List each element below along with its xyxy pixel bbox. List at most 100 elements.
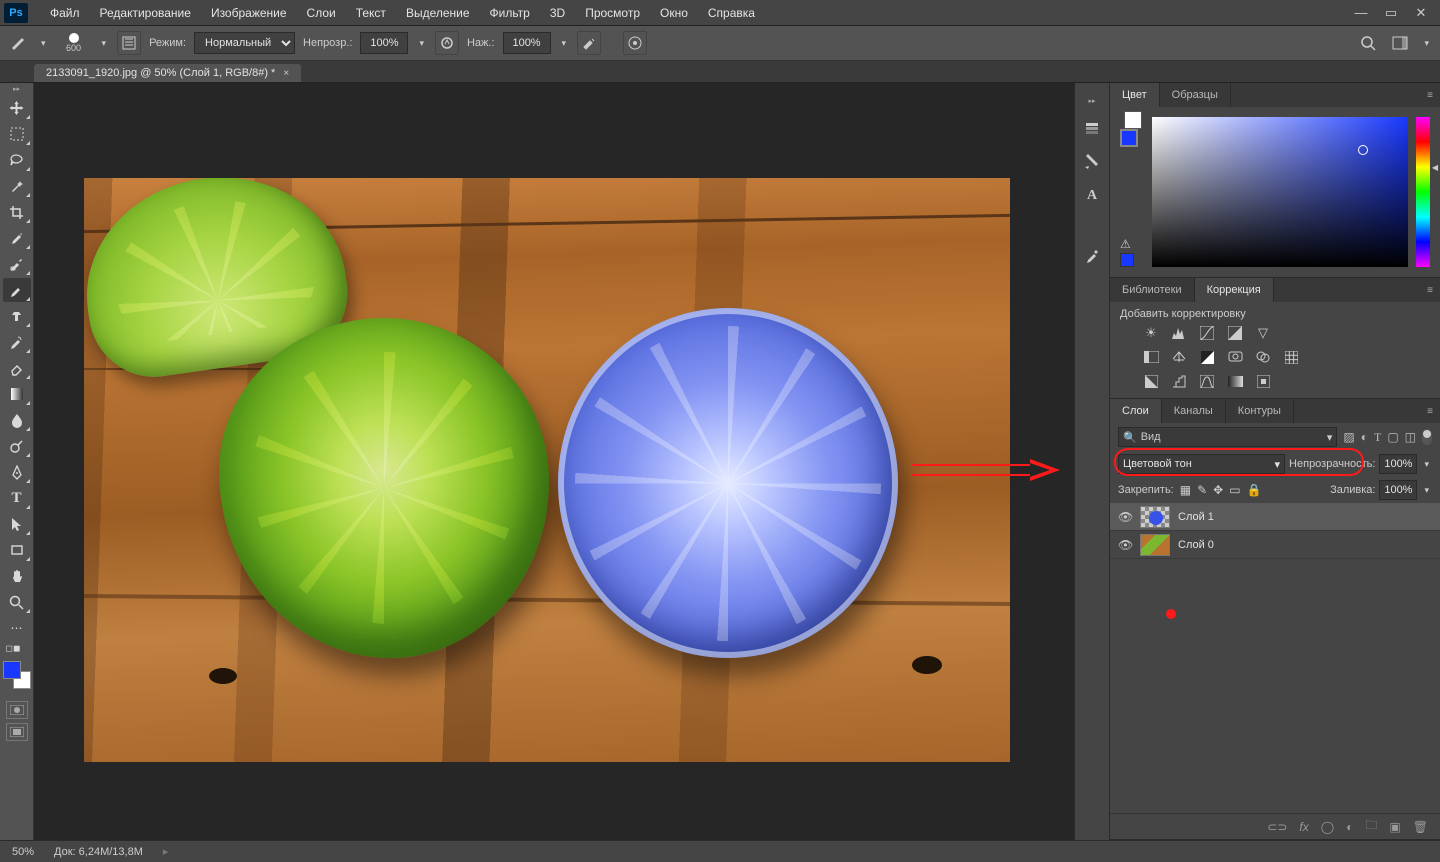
- curves-icon[interactable]: [1198, 324, 1216, 342]
- toolbar-expand-icon[interactable]: ▸▸: [0, 85, 33, 95]
- zoom-level[interactable]: 50%: [12, 846, 34, 858]
- layer-name[interactable]: Слой 1: [1178, 511, 1214, 523]
- add-mask-icon[interactable]: ◯: [1321, 820, 1334, 834]
- window-minimize[interactable]: —: [1346, 2, 1376, 24]
- levels-icon[interactable]: [1170, 324, 1188, 342]
- character-panel-icon[interactable]: A: [1081, 185, 1103, 207]
- chevron-down-icon[interactable]: ▾: [559, 38, 570, 49]
- brush-preview[interactable]: 600: [57, 29, 91, 57]
- lock-pixels-icon[interactable]: ✎: [1197, 483, 1207, 497]
- layer-thumbnail[interactable]: [1140, 506, 1170, 528]
- brightness-contrast-icon[interactable]: ☀: [1142, 324, 1160, 342]
- search-icon[interactable]: [1357, 32, 1379, 54]
- tab-color[interactable]: Цвет: [1110, 83, 1160, 107]
- airbrush-toggle[interactable]: [577, 31, 601, 55]
- mini-fg-swatch[interactable]: [1120, 129, 1138, 147]
- visibility-toggle-icon[interactable]: 👁: [1118, 510, 1132, 524]
- blend-mode-select[interactable]: Нормальный: [194, 32, 295, 54]
- filter-smart-icon[interactable]: ◫: [1405, 430, 1416, 445]
- hue-slider[interactable]: [1416, 117, 1430, 267]
- posterize-icon[interactable]: [1170, 372, 1188, 390]
- tab-layers[interactable]: Слои: [1110, 399, 1162, 423]
- chevron-down-icon[interactable]: ▾: [1421, 485, 1432, 496]
- filter-type-icon[interactable]: T: [1374, 430, 1381, 445]
- quick-mask-toggle[interactable]: [6, 701, 28, 719]
- properties-panel-icon[interactable]: [1081, 151, 1103, 173]
- layer-list[interactable]: 👁 Слой 1 👁 Слой 0: [1110, 503, 1440, 813]
- tool-preset-icon[interactable]: [8, 32, 30, 54]
- hue-saturation-icon[interactable]: [1142, 348, 1160, 366]
- filter-shape-icon[interactable]: ▢: [1387, 430, 1398, 445]
- menu-filter[interactable]: Фильтр: [480, 2, 540, 24]
- invert-icon[interactable]: [1142, 372, 1160, 390]
- type-tool[interactable]: T: [3, 486, 31, 510]
- threshold-icon[interactable]: [1198, 372, 1216, 390]
- status-menu-arrow-icon[interactable]: ▸: [163, 845, 169, 858]
- panel-menu-icon[interactable]: ≡: [1420, 278, 1440, 302]
- channel-mixer-icon[interactable]: [1254, 348, 1272, 366]
- screen-mode-toggle[interactable]: [6, 723, 28, 741]
- default-colors-icon[interactable]: ◻◼: [3, 642, 31, 654]
- layer-filter-toggle[interactable]: [1422, 429, 1432, 445]
- lock-artboard-icon[interactable]: ▭: [1229, 483, 1240, 497]
- menu-file[interactable]: Файл: [40, 2, 90, 24]
- blend-mode-select[interactable]: Цветовой тон ▾: [1118, 454, 1285, 474]
- color-balance-icon[interactable]: [1170, 348, 1188, 366]
- panel-menu-icon[interactable]: ≡: [1420, 399, 1440, 423]
- menu-text[interactable]: Текст: [346, 2, 396, 24]
- window-close[interactable]: ✕: [1406, 2, 1436, 24]
- tab-libraries[interactable]: Библиотеки: [1110, 278, 1195, 302]
- menu-window[interactable]: Окно: [650, 2, 698, 24]
- brush-panel-toggle[interactable]: [117, 31, 141, 55]
- chevron-down-icon[interactable]: ▾: [38, 38, 49, 49]
- flow-input[interactable]: [503, 32, 551, 54]
- filter-pixel-icon[interactable]: ▨: [1343, 430, 1354, 445]
- rectangle-tool[interactable]: [3, 538, 31, 562]
- brush-settings-panel-icon[interactable]: [1081, 245, 1103, 267]
- window-maximize[interactable]: ▭: [1376, 2, 1406, 24]
- lasso-tool[interactable]: [3, 148, 31, 172]
- menu-edit[interactable]: Редактирование: [90, 2, 201, 24]
- menu-layers[interactable]: Слои: [297, 2, 346, 24]
- dock-expand-icon[interactable]: ▸▸: [1075, 97, 1109, 105]
- eyedropper-tool[interactable]: [3, 226, 31, 250]
- magic-wand-tool[interactable]: [3, 174, 31, 198]
- menu-help[interactable]: Справка: [698, 2, 765, 24]
- new-layer-icon[interactable]: ▣: [1389, 820, 1400, 834]
- edit-toolbar[interactable]: ⋯: [3, 616, 31, 640]
- layer-thumbnail[interactable]: [1140, 534, 1170, 556]
- marquee-tool[interactable]: [3, 122, 31, 146]
- lock-transparency-icon[interactable]: ▦: [1180, 483, 1191, 497]
- layer-effects-icon[interactable]: fx: [1299, 820, 1308, 834]
- healing-brush-tool[interactable]: [3, 252, 31, 276]
- eraser-tool[interactable]: [3, 356, 31, 380]
- menu-select[interactable]: Выделение: [396, 2, 480, 24]
- new-adjustment-layer-icon[interactable]: ◐: [1346, 820, 1353, 834]
- chevron-down-icon[interactable]: ▾: [1421, 38, 1432, 49]
- chevron-down-icon[interactable]: ▾: [1421, 459, 1432, 470]
- tab-paths[interactable]: Контуры: [1226, 399, 1294, 423]
- color-field[interactable]: [1152, 117, 1408, 267]
- color-lookup-icon[interactable]: [1282, 348, 1300, 366]
- visibility-toggle-icon[interactable]: 👁: [1118, 538, 1132, 552]
- history-panel-icon[interactable]: [1081, 117, 1103, 139]
- pressure-opacity-toggle[interactable]: [435, 31, 459, 55]
- chevron-down-icon[interactable]: ▾: [99, 38, 110, 49]
- photo-filter-icon[interactable]: [1226, 348, 1244, 366]
- history-brush-tool[interactable]: [3, 330, 31, 354]
- crop-tool[interactable]: [3, 200, 31, 224]
- pen-tool[interactable]: [3, 460, 31, 484]
- layer-item[interactable]: 👁 Слой 0: [1110, 531, 1440, 559]
- menu-3d[interactable]: 3D: [540, 2, 575, 24]
- tab-swatches[interactable]: Образцы: [1160, 83, 1231, 107]
- menu-image[interactable]: Изображение: [201, 2, 297, 24]
- dodge-tool[interactable]: [3, 434, 31, 458]
- gamut-warning-icon[interactable]: ⚠: [1120, 237, 1144, 251]
- layer-item[interactable]: 👁 Слой 1: [1110, 503, 1440, 531]
- close-icon[interactable]: ×: [283, 68, 289, 79]
- layer-filter-select[interactable]: 🔍 Вид ▾: [1118, 427, 1337, 447]
- gradient-map-icon[interactable]: [1226, 372, 1244, 390]
- clone-stamp-tool[interactable]: [3, 304, 31, 328]
- menu-view[interactable]: Просмотр: [575, 2, 650, 24]
- layer-opacity-input[interactable]: [1379, 454, 1417, 474]
